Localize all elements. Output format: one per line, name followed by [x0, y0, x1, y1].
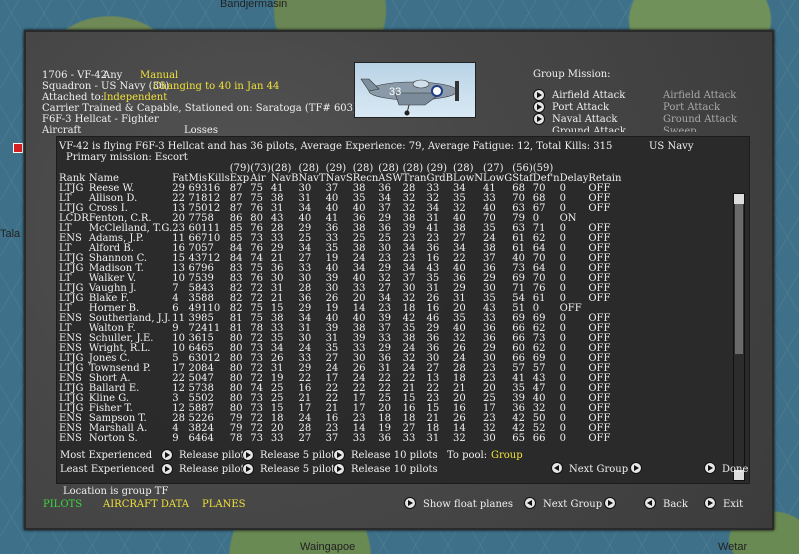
release-10-most-button[interactable] [333, 449, 345, 461]
least-experienced-label: Least Experienced [60, 464, 155, 475]
tab-aircraft-data[interactable]: AIRCRAFT DATA [103, 499, 189, 510]
release-10-least-button[interactable] [333, 463, 345, 475]
release-5-label[interactable]: Release 5 pilots [260, 464, 340, 475]
table-cell: 33 [402, 433, 416, 444]
any-label: Any [103, 70, 123, 81]
location-label: Location is group TF [63, 486, 169, 497]
back-label[interactable]: Back [663, 499, 688, 510]
map-label: Tala [0, 228, 21, 240]
mission-option[interactable]: Naval Attack [552, 114, 617, 125]
change-note: Changing to 40 in Jan 44 [153, 81, 280, 92]
release-pilot-least-button[interactable] [161, 463, 173, 475]
base-marker[interactable] [13, 143, 23, 153]
mission-option-secondary[interactable]: Port Attack [663, 102, 720, 113]
mission-option-secondary[interactable]: Ground Attack [663, 114, 737, 125]
table-cell: OFF [588, 433, 611, 444]
table-cell: 36 [378, 433, 392, 444]
losses-label: Losses [184, 125, 218, 136]
table-cell: ENS [59, 433, 82, 444]
table-cell: 27 [298, 433, 312, 444]
attached-label: Attached to: [42, 92, 104, 103]
carrier-line: Carrier Trained & Capable, Stationed on:… [42, 103, 357, 114]
table-cell: 4 [207, 433, 214, 444]
done-label[interactable]: Done [722, 464, 748, 475]
next-group-label[interactable]: Next Group [569, 464, 628, 475]
roster-summary: VF-42 is flying F6F-3 Hellcat and has 36… [59, 141, 613, 152]
exit-button[interactable] [704, 497, 716, 509]
plane-number: 33 [389, 86, 401, 98]
mission-option[interactable]: Airfield Attack [552, 90, 625, 101]
table-cell: OFF [588, 293, 611, 304]
release-pilot-label[interactable]: Release pilot [179, 464, 245, 475]
map-label: Wetar [718, 541, 748, 553]
release-5-least-button[interactable] [242, 463, 254, 475]
table-cell: 646 [188, 433, 208, 444]
show-float-label[interactable]: Show float planes [423, 499, 513, 510]
pilot-table: (79) (73) (28) (28) (29) (28) (28) (28) (29) (28)… [59, 164, 621, 444]
exit-label[interactable]: Exit [723, 499, 743, 510]
release-pilot-most-button[interactable] [161, 449, 173, 461]
footer-prev-group-button[interactable] [524, 497, 536, 509]
aircraft-type: F6F-3 Hellcat - Fighter [42, 114, 159, 125]
table-row[interactable]: ENS Norton S. 9 646 4 78 73 33 27 37 33 36 33 31 32 30 6… [59, 434, 621, 444]
attached-value[interactable]: Independent [103, 92, 167, 103]
mission-arrow-button[interactable] [533, 113, 545, 125]
aircraft-image: 33 [354, 62, 476, 118]
table-cell: 33 [352, 433, 366, 444]
tab-planes[interactable]: PLANES [202, 499, 246, 510]
table-cell: 33 [270, 433, 284, 444]
mission-arrow-button[interactable] [533, 89, 545, 101]
table-cell: Norton S. [88, 433, 138, 444]
scroll-up-icon[interactable] [734, 194, 744, 204]
table-cell: 0 [559, 433, 566, 444]
table-cell: 30 [483, 433, 496, 444]
release-5-most-button[interactable] [242, 449, 254, 461]
squadron-id: 1706 - VF-42 [42, 70, 107, 81]
table-cell: 9 [172, 433, 179, 444]
table-cell: 37 [325, 433, 339, 444]
most-experienced-label: Most Experienced [60, 450, 153, 461]
mission-option-secondary[interactable]: Airfield Attack [663, 90, 736, 101]
table-cell: 32 [453, 433, 466, 444]
service-label: US Navy [649, 141, 694, 152]
table-cell: 73 [250, 433, 264, 444]
aircraft-label: Aircraft [42, 125, 82, 136]
show-float-button[interactable] [404, 497, 416, 509]
release-pilot-label[interactable]: Release pilot [179, 450, 245, 461]
scroll-thumb[interactable] [735, 204, 743, 354]
release-10-label[interactable]: Release 10 pilots [351, 450, 438, 461]
table-cell: 31 [426, 433, 440, 444]
back-button[interactable] [644, 497, 656, 509]
manual-toggle[interactable]: Manual [140, 70, 178, 81]
footer-next-group-label[interactable]: Next Group [543, 499, 602, 510]
release-5-label[interactable]: Release 5 pilots [260, 450, 340, 461]
mission-option-secondary[interactable]: Sweep [663, 126, 697, 132]
done-button[interactable] [704, 462, 716, 474]
map-label: Bandjermasin [220, 0, 288, 10]
hellcat-icon: 33 [360, 78, 459, 116]
table-cell: 65 [512, 433, 525, 444]
prev-group-button[interactable] [551, 462, 563, 474]
next-group-button[interactable] [630, 462, 642, 474]
to-pool-label: To pool: [447, 450, 488, 461]
mission-arrow-button[interactable] [533, 101, 545, 113]
mission-option[interactable]: Port Attack [552, 102, 609, 113]
table-cell: 78 [229, 433, 243, 444]
squadron-line: Squadron - US Navy (36) [42, 81, 170, 92]
table-cell: OFF [588, 203, 611, 214]
tab-pilots[interactable]: PILOTS [43, 499, 82, 510]
air-group-panel: 1706 - VF-42 Any Manual Squadron - US Na… [24, 30, 774, 530]
primary-mission: Primary mission: Escort [66, 152, 188, 163]
footer-next-group-button[interactable] [604, 497, 616, 509]
pilot-roster-dialog: VF-42 is flying F6F-3 Hellcat and has 36… [56, 136, 750, 484]
group-mission-title: Group Mission: [533, 69, 611, 80]
release-10-label[interactable]: Release 10 pilots [351, 464, 438, 475]
table-cell: 66 [532, 433, 546, 444]
mission-option[interactable]: Ground Attack [552, 126, 626, 132]
pool-target[interactable]: Group [491, 450, 523, 461]
map-label: Waingapoe [300, 541, 356, 553]
roster-scrollbar[interactable] [733, 193, 745, 481]
